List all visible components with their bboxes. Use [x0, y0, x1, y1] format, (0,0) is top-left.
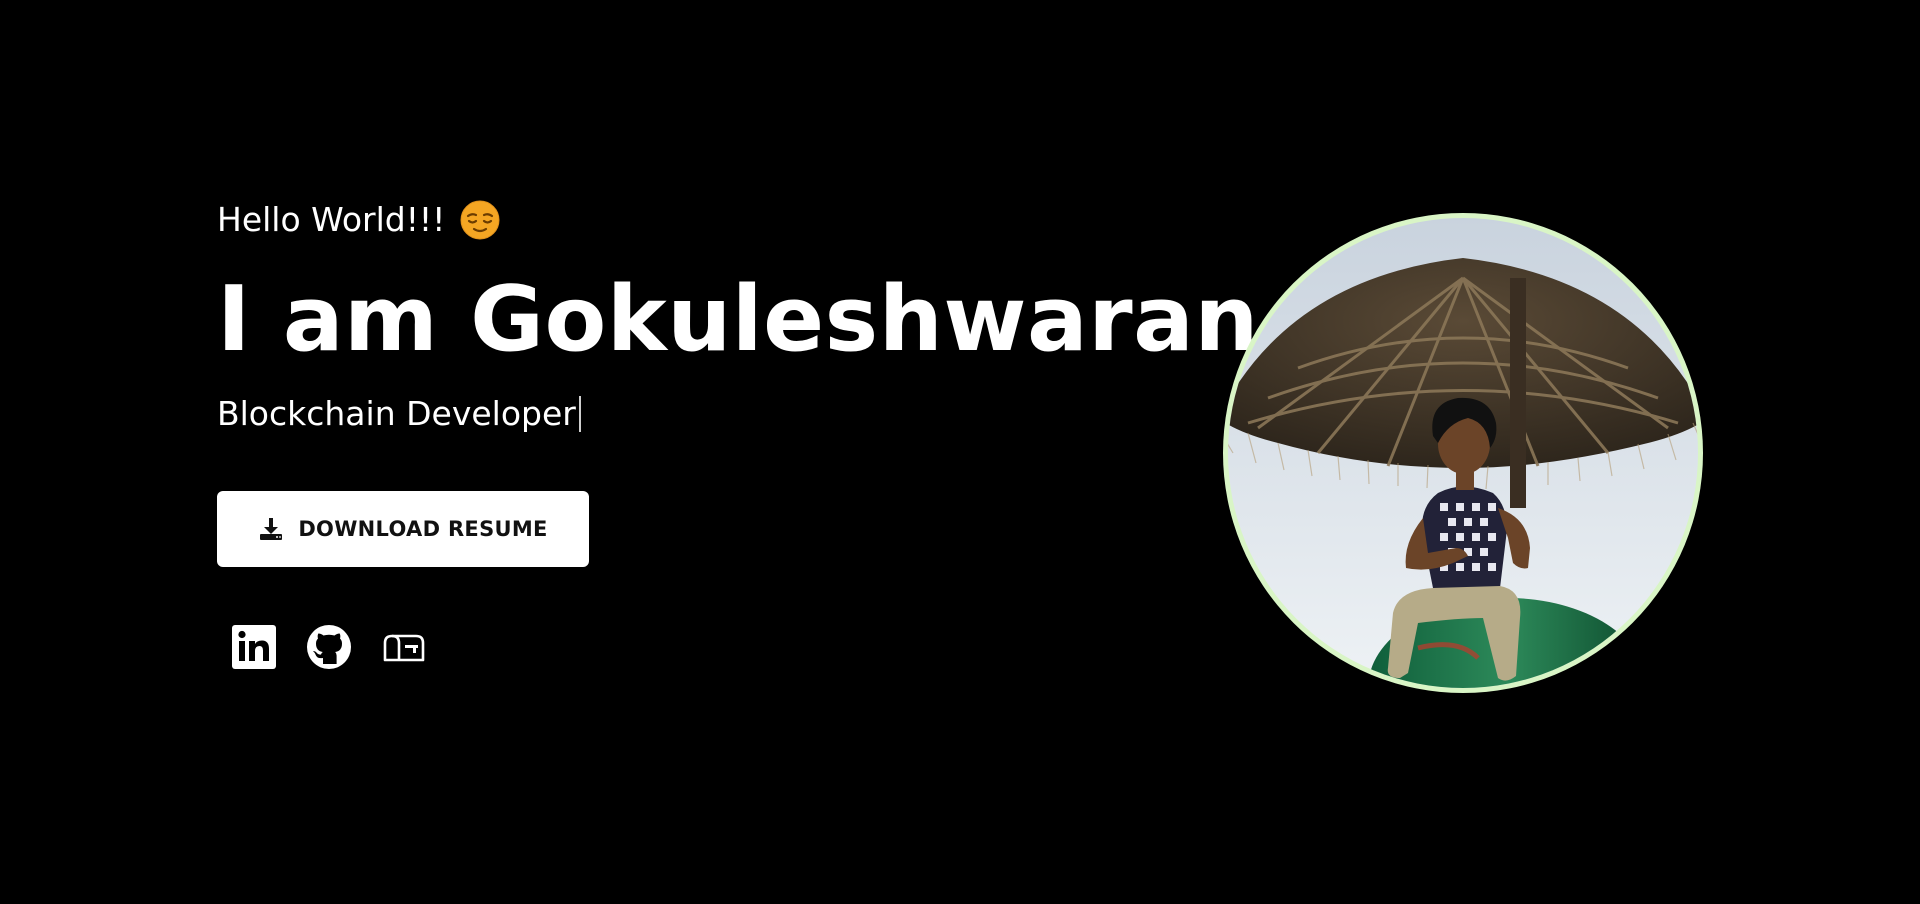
profile-photo-frame: [1223, 213, 1703, 693]
greeting-line: Hello World!!!: [217, 196, 1177, 244]
name-heading: I am Gokuleshwaran: [217, 267, 1259, 372]
social-links: [217, 624, 1177, 670]
github-icon[interactable]: [306, 624, 352, 670]
relieved-face-icon: [459, 199, 501, 241]
profile-photo: [1228, 218, 1698, 688]
hero-intro: Hello World!!! I am Gokuleshwaran Blockc…: [217, 196, 1259, 670]
download-icon: [258, 516, 284, 542]
mailbox-icon[interactable]: [381, 624, 427, 670]
greeting-text: Hello World!!!: [217, 200, 446, 239]
role-typewriter: Blockchain Developer: [217, 390, 1177, 438]
download-resume-label: DOWNLOAD RESUME: [298, 517, 548, 541]
linkedin-icon[interactable]: [231, 624, 277, 670]
role-text: Blockchain Developer: [217, 394, 576, 433]
typing-cursor: [578, 396, 581, 432]
download-resume-button[interactable]: DOWNLOAD RESUME: [217, 491, 589, 567]
hero-page: Hello World!!! I am Gokuleshwaran Blockc…: [0, 0, 1920, 904]
